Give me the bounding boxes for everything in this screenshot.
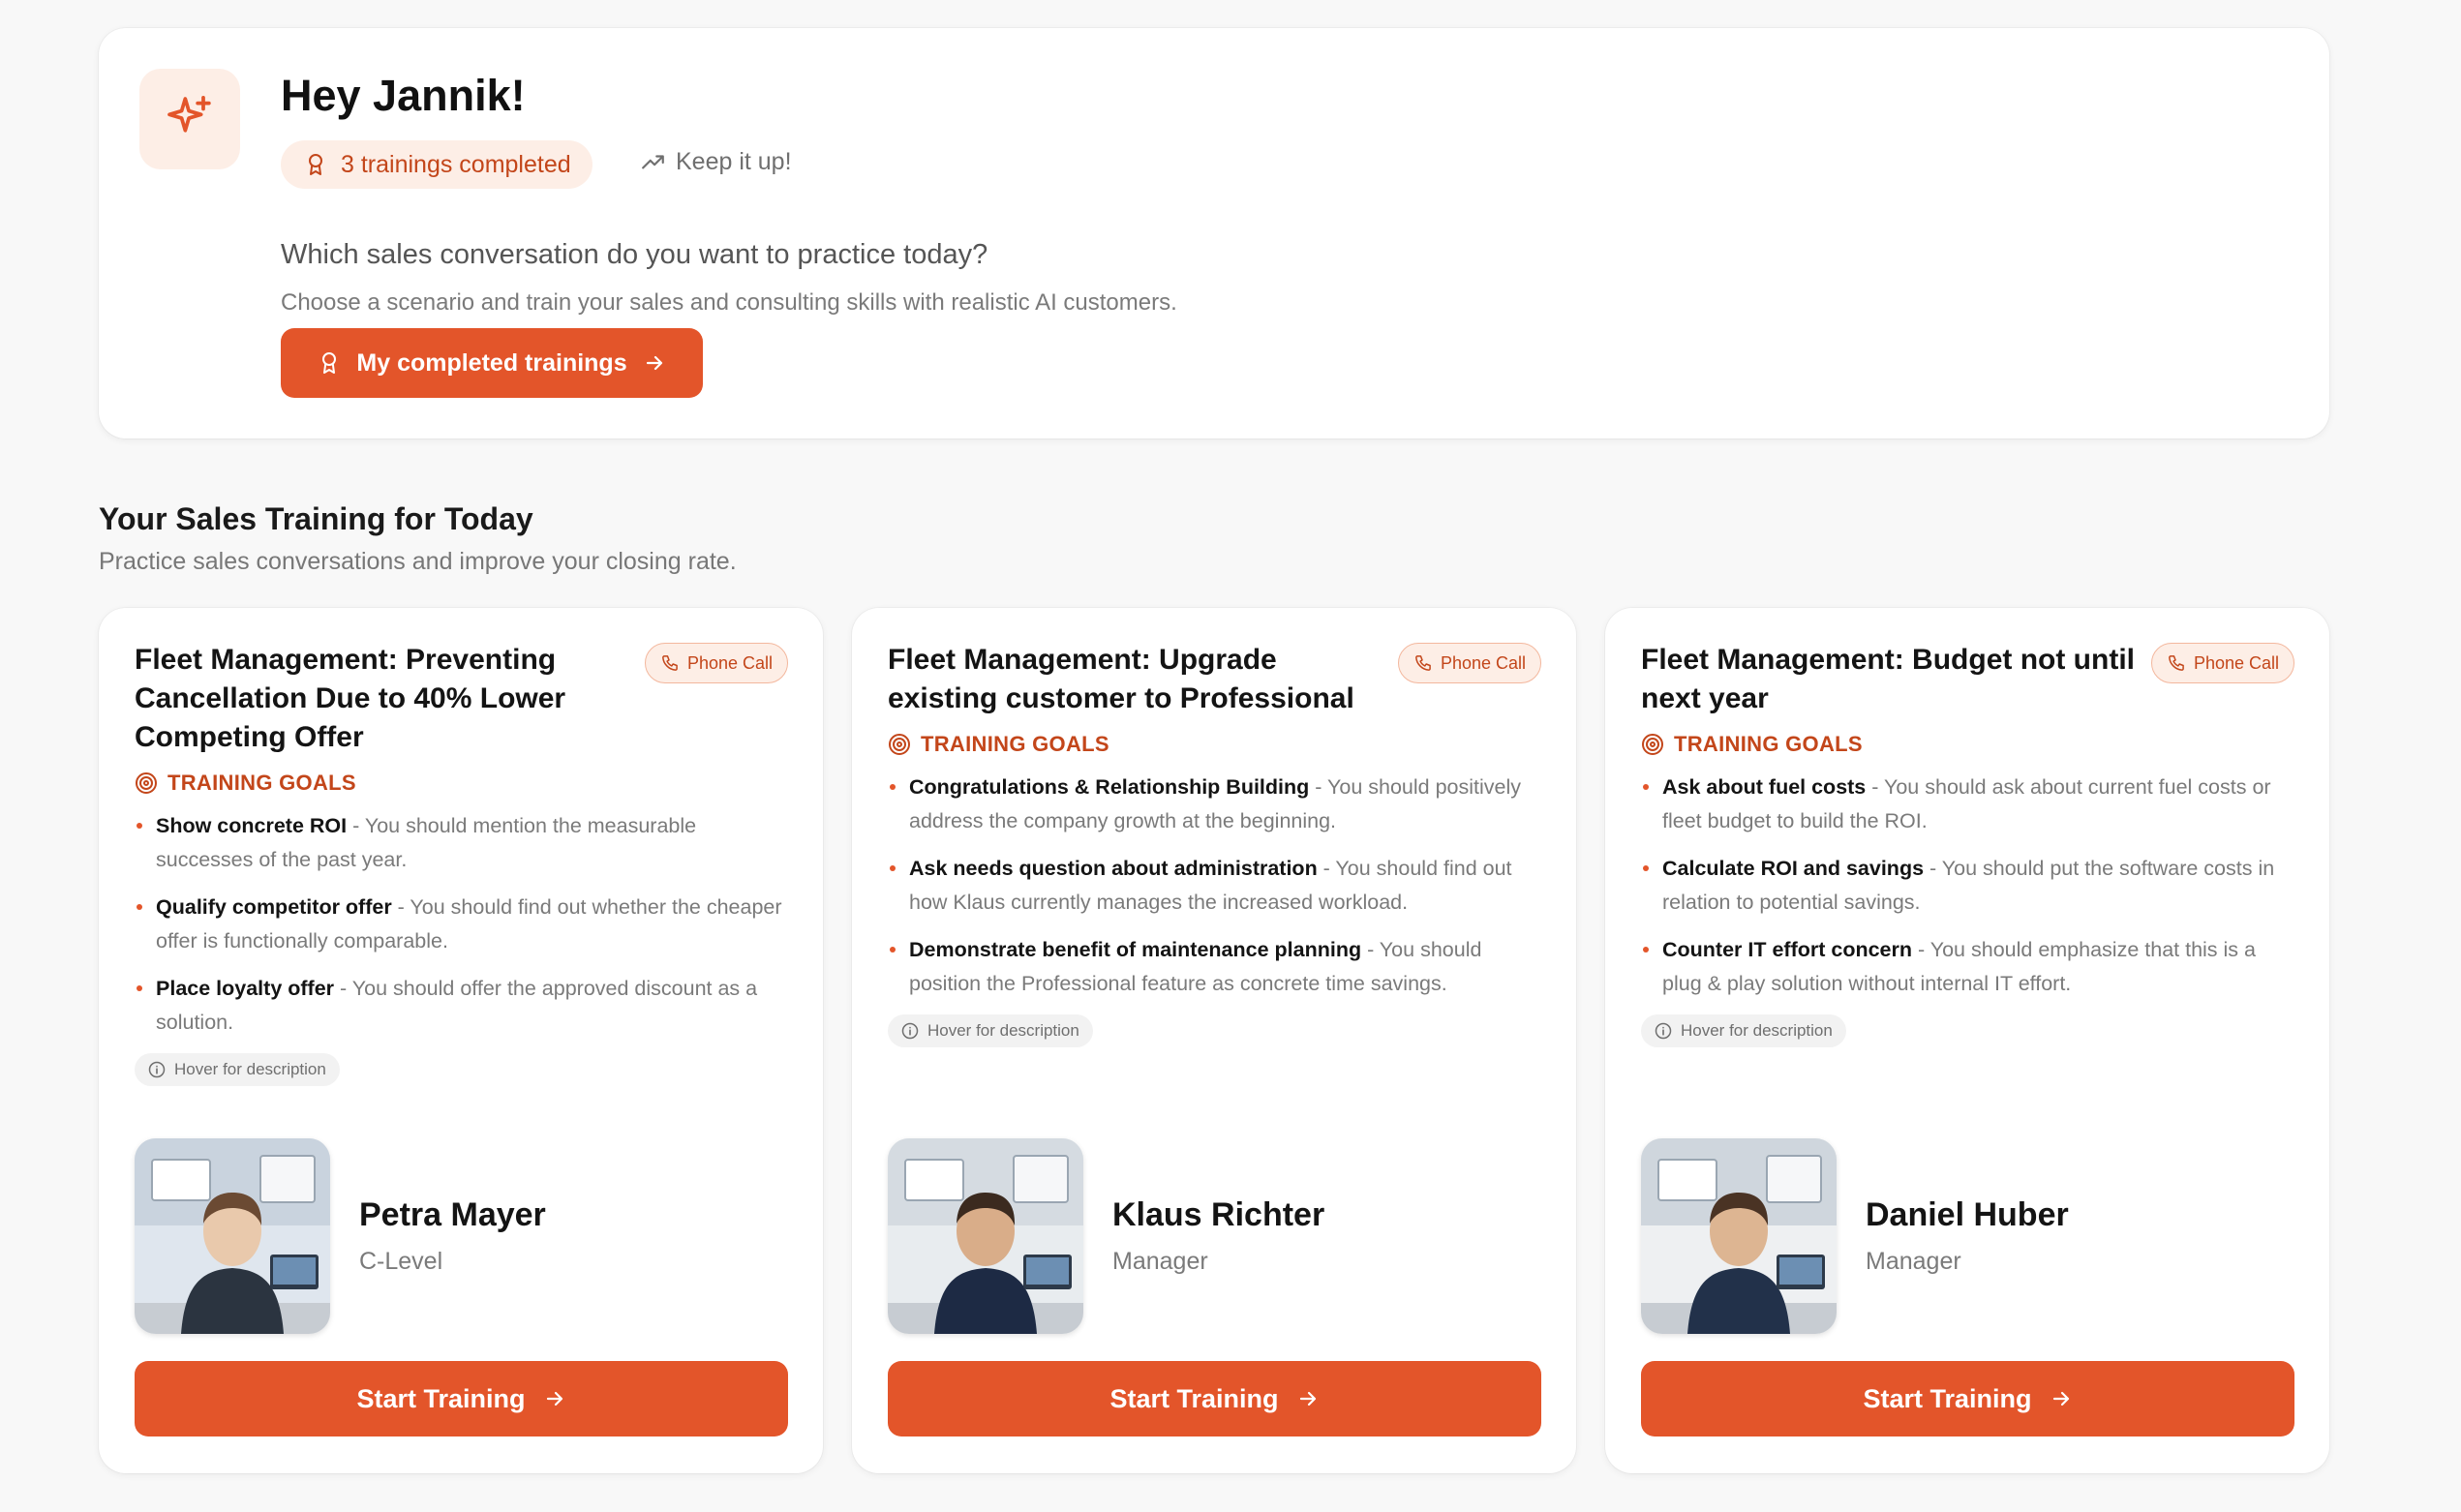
my-completed-trainings-button[interactable]: My completed trainings xyxy=(281,328,703,398)
persona-name: Daniel Huber xyxy=(1866,1196,2069,1233)
welcome-card: Hey Jannik! 3 trainings completed Keep i… xyxy=(99,28,2329,438)
training-goals-header: TRAINING GOALS xyxy=(135,771,788,796)
motivation-label: Keep it up! xyxy=(676,148,792,175)
start-training-button[interactable]: Start Training xyxy=(888,1361,1541,1436)
hero-question: Which sales conversation do you want to … xyxy=(281,239,988,270)
start-training-label: Start Training xyxy=(1109,1383,1279,1413)
phone-call-badge: Phone Call xyxy=(1397,643,1541,683)
training-goals: TRAINING GOALS Congratulations & Relatio… xyxy=(888,732,1541,1047)
training-goal-item: Show concrete ROI - You should mention t… xyxy=(135,809,788,877)
phone-icon xyxy=(1413,653,1433,673)
info-icon xyxy=(1655,1022,1672,1040)
phone-call-label: Phone Call xyxy=(1440,652,1526,673)
goal-title: Counter IT effort concern xyxy=(1662,938,1913,961)
start-training-button[interactable]: Start Training xyxy=(135,1361,788,1436)
section-subtitle: Practice sales conversations and improve… xyxy=(99,548,737,575)
training-goal-item: Place loyalty offer - You should offer t… xyxy=(135,972,788,1040)
phone-call-label: Phone Call xyxy=(2193,652,2279,673)
persona-role: Manager xyxy=(1866,1248,1961,1275)
goal-title: Congratulations & Relationship Building xyxy=(909,775,1310,799)
hero-subtitle: Choose a scenario and train your sales a… xyxy=(281,289,1177,316)
hover-hint-label: Hover for description xyxy=(174,1060,326,1078)
phone-call-label: Phone Call xyxy=(686,652,773,673)
hover-for-description-hint[interactable]: Hover for description xyxy=(888,1014,1093,1047)
persona-role: Manager xyxy=(1112,1248,1208,1275)
goal-title: Calculate ROI and savings xyxy=(1662,857,1925,880)
training-goals-header: TRAINING GOALS xyxy=(888,732,1541,757)
arrow-right-icon xyxy=(543,1387,566,1410)
training-goal-item: Calculate ROI and savings - You should p… xyxy=(1641,852,2294,920)
start-training-label: Start Training xyxy=(356,1383,526,1413)
persona-photo xyxy=(135,1138,330,1334)
persona-photo xyxy=(1641,1138,1837,1334)
phone-call-badge: Phone Call xyxy=(2150,643,2294,683)
hover-hint-label: Hover for description xyxy=(1681,1021,1833,1040)
training-goals: TRAINING GOALS Show concrete ROI - You s… xyxy=(135,771,788,1086)
trainings-completed-badge: 3 trainings completed xyxy=(281,140,592,189)
phone-icon xyxy=(2167,653,2186,673)
award-icon xyxy=(304,153,327,176)
phone-call-badge: Phone Call xyxy=(644,643,788,683)
goal-title: Show concrete ROI xyxy=(156,814,348,837)
training-card-2: Fleet Management: Upgrade existing custo… xyxy=(852,608,1576,1473)
training-goals-header: TRAINING GOALS xyxy=(1641,732,2294,757)
trainings-completed-label: 3 trainings completed xyxy=(341,150,571,178)
training-goals-label: TRAINING GOALS xyxy=(921,732,1109,756)
persona-name: Klaus Richter xyxy=(1112,1196,1325,1233)
start-training-label: Start Training xyxy=(1863,1383,2032,1413)
my-completed-trainings-label: My completed trainings xyxy=(356,348,627,377)
goal-title: Ask needs question about administration xyxy=(909,857,1318,880)
arrow-right-icon xyxy=(1296,1387,1320,1410)
training-goal-item: Ask needs question about administration … xyxy=(888,852,1541,920)
sparkles-icon xyxy=(139,69,240,169)
persona-photo xyxy=(888,1138,1083,1334)
training-goal-item: Qualify competitor offer - You should fi… xyxy=(135,891,788,958)
persona-name: Petra Mayer xyxy=(359,1196,546,1233)
training-title: Fleet Management: Budget not until next … xyxy=(1641,644,2135,714)
training-goal-item: Congratulations & Relationship Building … xyxy=(888,771,1541,838)
target-icon xyxy=(1641,733,1664,756)
goal-title: Ask about fuel costs xyxy=(1662,775,1867,799)
hover-for-description-hint[interactable]: Hover for description xyxy=(1641,1014,1846,1047)
training-goals: TRAINING GOALS Ask about fuel costs - Yo… xyxy=(1641,732,2294,1047)
trending-up-icon xyxy=(641,150,666,175)
arrow-right-icon xyxy=(2050,1387,2073,1410)
goal-title: Qualify competitor offer xyxy=(156,895,392,919)
persona: Daniel Huber Manager xyxy=(1641,1138,2069,1334)
training-card-1: Fleet Management: Preventing Cancellatio… xyxy=(99,608,823,1473)
persona: Petra Mayer C-Level xyxy=(135,1138,546,1334)
award-icon xyxy=(318,351,341,375)
greeting-title: Hey Jannik! xyxy=(281,71,526,120)
avatar xyxy=(135,1138,330,1334)
avatar xyxy=(1641,1138,1837,1334)
goal-title: Place loyalty offer xyxy=(156,977,335,1000)
phone-icon xyxy=(660,653,680,673)
avatar xyxy=(888,1138,1083,1334)
hover-for-description-hint[interactable]: Hover for description xyxy=(135,1053,340,1086)
info-icon xyxy=(148,1061,166,1078)
training-title: Fleet Management: Upgrade existing custo… xyxy=(888,644,1354,714)
target-icon xyxy=(135,771,158,795)
training-goal-item: Counter IT effort concern - You should e… xyxy=(1641,933,2294,1001)
goal-title: Demonstrate benefit of maintenance plann… xyxy=(909,938,1362,961)
training-goal-item: Ask about fuel costs - You should ask ab… xyxy=(1641,771,2294,838)
training-title: Fleet Management: Preventing Cancellatio… xyxy=(135,644,566,753)
start-training-button[interactable]: Start Training xyxy=(1641,1361,2294,1436)
arrow-right-icon xyxy=(643,351,666,375)
motivation-text: Keep it up! xyxy=(641,148,792,176)
training-goal-item: Demonstrate benefit of maintenance plann… xyxy=(888,933,1541,1001)
training-goals-label: TRAINING GOALS xyxy=(1674,732,1863,756)
section-title: Your Sales Training for Today xyxy=(99,501,533,536)
info-icon xyxy=(901,1022,919,1040)
training-goals-label: TRAINING GOALS xyxy=(167,771,356,795)
hover-hint-label: Hover for description xyxy=(927,1021,1079,1040)
persona: Klaus Richter Manager xyxy=(888,1138,1324,1334)
target-icon xyxy=(888,733,911,756)
persona-role: C-Level xyxy=(359,1248,443,1275)
training-card-3: Fleet Management: Budget not until next … xyxy=(1605,608,2329,1473)
